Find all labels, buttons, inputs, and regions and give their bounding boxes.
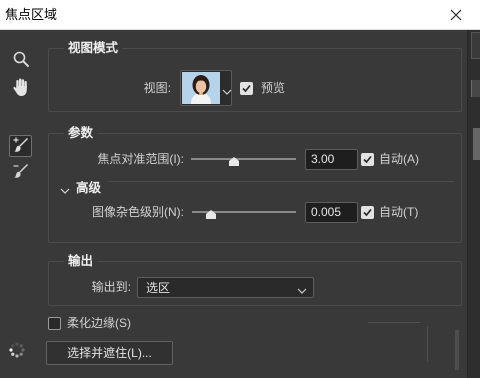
background-panel-edge bbox=[467, 30, 480, 378]
focus-range-auto-label: 自动(A) bbox=[379, 152, 419, 166]
focus-range-slider[interactable] bbox=[191, 150, 296, 168]
close-icon[interactable] bbox=[449, 8, 463, 22]
zoom-tool[interactable] bbox=[11, 50, 31, 70]
select-and-mask-button[interactable]: 选择并遮住(L)... bbox=[46, 341, 173, 365]
output-heading: 输出 bbox=[64, 253, 98, 269]
focus-range-auto-checkbox[interactable] bbox=[361, 153, 374, 166]
chevron-down-icon bbox=[222, 85, 232, 95]
image-noise-auto-label: 自动(T) bbox=[379, 205, 419, 219]
output-to-value: 选区 bbox=[146, 281, 171, 295]
focus-area-subtract-icon bbox=[12, 162, 30, 183]
focus-area-subtract-tool[interactable] bbox=[11, 162, 31, 182]
chevron-down-icon bbox=[60, 184, 70, 194]
slider-track bbox=[191, 158, 296, 160]
hand-icon bbox=[12, 77, 30, 100]
zoom-icon bbox=[12, 50, 30, 71]
image-noise-slider[interactable] bbox=[192, 203, 296, 221]
advanced-toggle[interactable]: 高级 bbox=[58, 179, 104, 197]
title-bar: 焦点区域 bbox=[0, 0, 480, 30]
image-noise-label: 图像杂色级别(N): bbox=[92, 205, 184, 219]
image-noise-auto-checkbox[interactable] bbox=[361, 206, 374, 219]
focus-range-input[interactable]: 3.00 bbox=[305, 149, 358, 170]
view-mode-dropdown[interactable] bbox=[180, 70, 232, 106]
chevron-down-icon bbox=[297, 284, 307, 294]
view-label: 视图: bbox=[143, 81, 171, 95]
slider-thumb[interactable] bbox=[229, 155, 240, 166]
soften-edge-label: 柔化边缘(S) bbox=[67, 316, 131, 330]
output-to-label: 输出到: bbox=[91, 280, 131, 294]
focus-area-add-tool[interactable] bbox=[9, 135, 32, 157]
hand-tool[interactable] bbox=[11, 77, 31, 99]
hidden-button-edge bbox=[455, 330, 459, 370]
background-panel-control bbox=[471, 80, 480, 97]
window-title: 焦点区域 bbox=[5, 7, 58, 22]
output-to-select[interactable]: 选区 bbox=[137, 277, 314, 298]
hidden-button-edge bbox=[427, 326, 428, 362]
preview-label: 预览 bbox=[261, 81, 286, 95]
focus-area-add-icon bbox=[12, 136, 30, 157]
parameters-heading: 参数 bbox=[64, 125, 98, 141]
preview-checkbox[interactable] bbox=[240, 82, 253, 95]
view-thumbnail bbox=[182, 72, 220, 104]
background-scrollbar bbox=[473, 128, 480, 160]
hidden-button-edge bbox=[368, 322, 420, 323]
slider-thumb[interactable] bbox=[205, 208, 216, 219]
focus-range-label: 焦点对准范围(I): bbox=[97, 152, 184, 166]
background-panel-box bbox=[471, 32, 480, 59]
soften-edge-checkbox[interactable] bbox=[48, 317, 61, 330]
view-mode-heading: 视图模式 bbox=[64, 40, 123, 56]
image-noise-input[interactable]: 0.005 bbox=[305, 202, 358, 223]
advanced-divider bbox=[108, 181, 454, 182]
spinner-icon bbox=[8, 341, 26, 359]
advanced-heading: 高级 bbox=[76, 181, 102, 195]
